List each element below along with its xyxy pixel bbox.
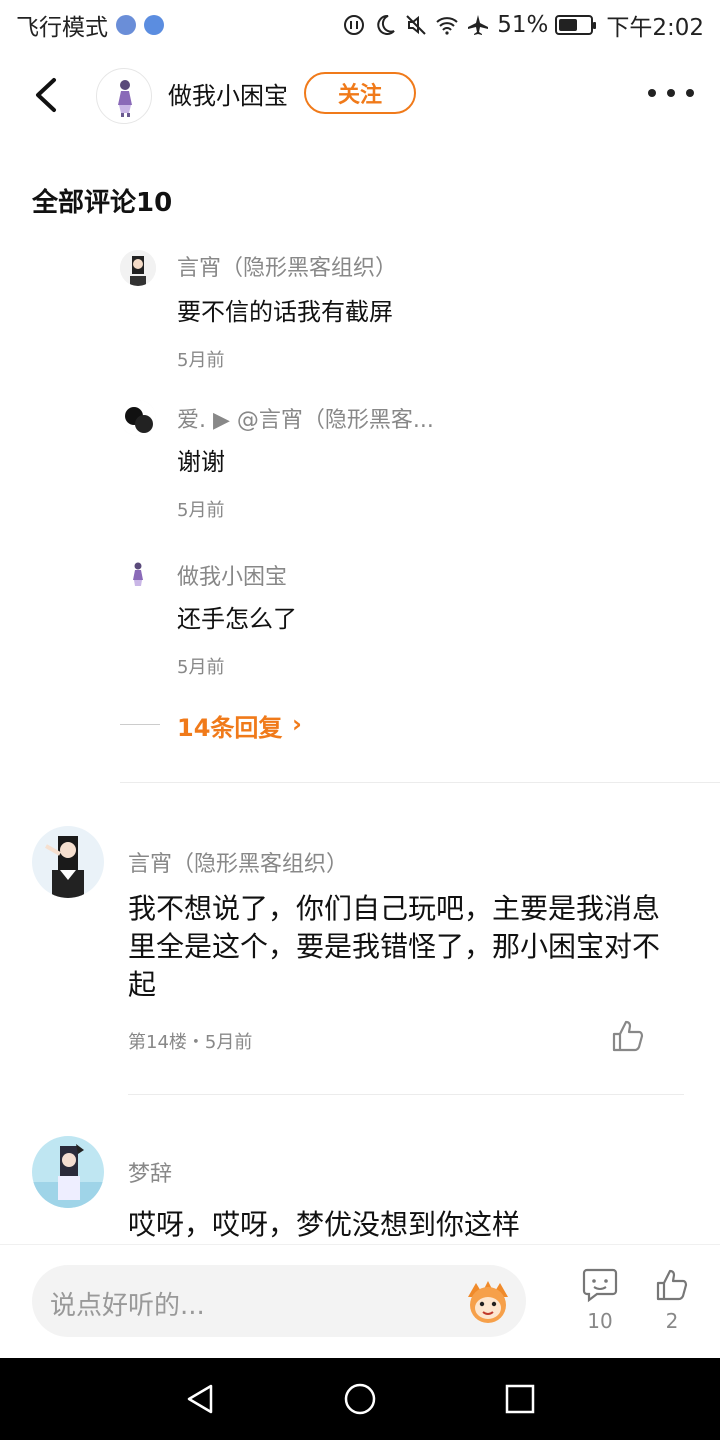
thumbs-up-icon [656,1269,688,1301]
battery-icon [555,15,597,35]
avatar[interactable] [120,557,156,593]
divider [120,724,160,725]
system-nav-bar [0,1358,720,1440]
post-header: 做我小困宝 关注 [0,60,720,130]
comment-count: 10 [587,1309,613,1333]
like-count: 2 [665,1309,679,1333]
reply-author[interactable]: 言宵（隐形黑客组织） [177,250,397,282]
comment-text: 我不想说了，你们自己玩吧，主要是我消息里全是这个，要是我错怪了，那小困宝对不起 [128,892,661,1001]
comments-title: 全部评论10 [32,188,173,218]
author-avatar[interactable] [96,68,152,124]
comments-button[interactable]: 10 [570,1267,630,1347]
more-options-icon[interactable] [648,80,694,106]
nav-back-icon[interactable] [183,1382,217,1416]
reply-author[interactable]: 做我小困宝 [177,559,287,591]
view-more-replies-button[interactable]: 14条回复 › [120,706,420,746]
comment-author[interactable]: 梦辞 [128,1156,172,1188]
mute-icon [406,15,426,35]
reply-time: 5月前 [177,500,225,521]
reply-author[interactable]: 爱. ▶ @言宵（隐形黑客... [177,402,434,434]
comment-text: 哎呀，哎呀，梦优没想到你这样 [128,1208,521,1241]
reply-text: 要不信的话我有截屏 [177,298,393,326]
clock: 下午2:02 [606,15,704,41]
airplane-icon [468,15,489,35]
follow-button[interactable]: 关注 [304,72,416,114]
data-saver-icon [344,15,365,35]
nav-recents-icon[interactable] [503,1382,537,1416]
back-arrow-icon[interactable] [24,72,70,118]
like-button[interactable]: 2 [642,1267,702,1347]
comment-bubble-icon [582,1268,618,1303]
emoji-mascot-icon[interactable] [462,1277,514,1325]
status-bar: 飞行模式 51% 下午2:02 [0,0,720,50]
like-icon[interactable] [610,1018,646,1054]
comment-meta: 第14楼・5月前 [128,1032,253,1053]
comment-input-placeholder: 说点好听的... [50,1291,205,1321]
nav-home-icon[interactable] [343,1382,377,1416]
airplane-mode-text: 飞行模式 [16,15,108,41]
music-app-icon [116,15,136,35]
app-notification-icon [144,15,164,35]
avatar[interactable] [32,1136,104,1208]
reply-time: 5月前 [177,657,225,678]
avatar[interactable] [120,250,156,286]
avatar-figure-icon [118,80,132,117]
battery-percent: 51% [497,12,549,38]
reply-time: 5月前 [177,350,225,371]
wifi-icon [436,17,458,35]
comment-input-bar: 说点好听的... 10 2 [0,1244,720,1358]
moon-icon [377,14,395,35]
divider [128,1094,684,1095]
chevron-right-icon: › [292,710,302,738]
comment-author[interactable]: 言宵（隐形黑客组织） [128,846,348,878]
comment-input[interactable]: 说点好听的... [32,1265,526,1337]
avatar[interactable] [32,826,104,898]
divider [120,782,720,783]
more-replies-label[interactable]: 14条回复 [177,708,282,743]
reply-text: 还手怎么了 [177,605,297,633]
avatar[interactable] [120,400,156,436]
author-name[interactable]: 做我小困宝 [168,76,288,111]
reply-text: 谢谢 [177,448,225,476]
